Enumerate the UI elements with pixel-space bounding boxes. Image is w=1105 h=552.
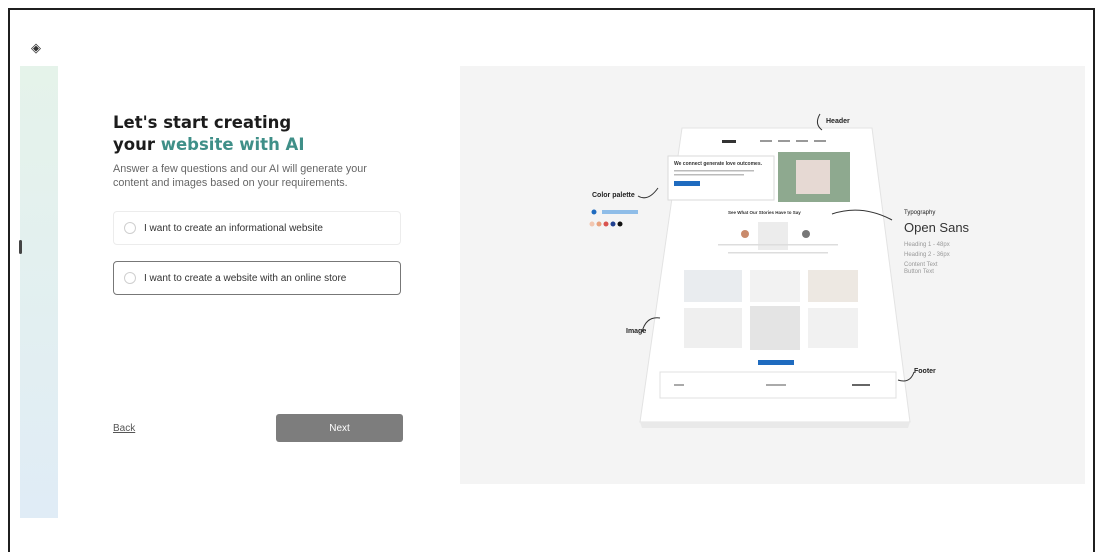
option-label: I want to create an informational websit… <box>144 222 323 234</box>
annotation-image: Image <box>626 328 647 335</box>
mockup-palette-swatch <box>603 221 609 227</box>
option-online-store-website[interactable]: I want to create a website with an onlin… <box>113 261 401 295</box>
mockup-palette-gradient <box>602 210 638 214</box>
mockup-nav-item <box>760 140 772 142</box>
annotation-footer: Footer <box>914 368 936 375</box>
typography-spec: Button Text <box>904 269 934 275</box>
typography-spec: Content Text <box>904 262 938 268</box>
mockup-cta-button <box>758 360 794 365</box>
arrow-color-palette <box>637 187 659 199</box>
typography-spec: Heading 1 - 48px <box>904 242 950 248</box>
radio-button[interactable] <box>124 272 136 284</box>
mockup-palette-swatch <box>591 209 597 215</box>
title-accent: website with AI <box>160 135 305 154</box>
mockup-logo <box>722 140 736 143</box>
title-prefix: your <box>113 135 161 154</box>
typography-font-name: Open Sans <box>904 220 970 235</box>
mockup-avatar <box>741 230 749 238</box>
title-line-2: your website with AI <box>113 134 304 156</box>
mockup-testimonial-image <box>758 222 788 250</box>
mockup-section-title: See What Our Stories Have to Say <box>728 210 801 215</box>
mockup-grid-image <box>750 270 800 302</box>
mockup-grid-image <box>808 270 858 302</box>
mockup-hero-line <box>674 174 744 176</box>
mockup-grid-image <box>808 308 858 348</box>
mockup-nav-item <box>778 140 790 142</box>
preview-mockup-svg: We connect generate love outcomes. See W… <box>589 113 915 428</box>
mockup-text-line <box>718 244 838 246</box>
mockup-grid-image <box>684 308 742 348</box>
mockup-hero-line <box>674 170 754 172</box>
next-button[interactable]: Next <box>276 414 403 442</box>
annotation-typography: Typography <box>904 210 936 216</box>
annotation-header: Header <box>826 118 850 125</box>
mockup-avatar <box>802 230 810 238</box>
page-subtitle: Answer a few questions and our AI will g… <box>113 163 367 189</box>
mockup-palette-swatch <box>596 221 602 227</box>
mockup-grid-image <box>684 270 742 302</box>
website-preview-illustration: We connect generate love outcomes. See W… <box>460 66 1085 484</box>
mockup-nav-item <box>814 140 826 142</box>
mockup-nav-item <box>796 140 808 142</box>
radio-button[interactable] <box>124 222 136 234</box>
progress-strip <box>20 66 58 518</box>
mockup-hero-image-placeholder <box>796 160 830 194</box>
option-label: I want to create a website with an onlin… <box>144 272 347 284</box>
mockup-hero-text: We connect generate love outcomes. <box>674 161 763 167</box>
annotation-color-palette: Color palette <box>592 192 635 199</box>
mockup-text-line <box>728 252 828 254</box>
mockup-grid-image <box>750 306 800 350</box>
mockup-footer-item <box>766 384 786 386</box>
mockup-palette-swatch <box>589 221 595 227</box>
option-informational-website[interactable]: I want to create an informational websit… <box>113 211 401 245</box>
mockup-page-edge <box>640 422 910 428</box>
diamond-logo-icon[interactable]: ◈ <box>28 40 44 56</box>
mockup-footer-social <box>852 384 870 386</box>
title-line-1: Let's start creating <box>113 113 292 132</box>
mockup-palette-swatch <box>610 221 616 227</box>
drag-handle[interactable] <box>19 240 22 254</box>
page-title: Let's start creating your website with A… <box>113 112 304 156</box>
back-link[interactable]: Back <box>113 423 135 434</box>
mockup-footer-item <box>674 384 684 386</box>
typography-spec: Heading 2 - 36px <box>904 252 950 258</box>
wizard-panel: Let's start creating your website with A… <box>58 66 458 486</box>
mockup-hero-button <box>674 181 700 186</box>
mockup-palette-swatch <box>617 221 623 227</box>
